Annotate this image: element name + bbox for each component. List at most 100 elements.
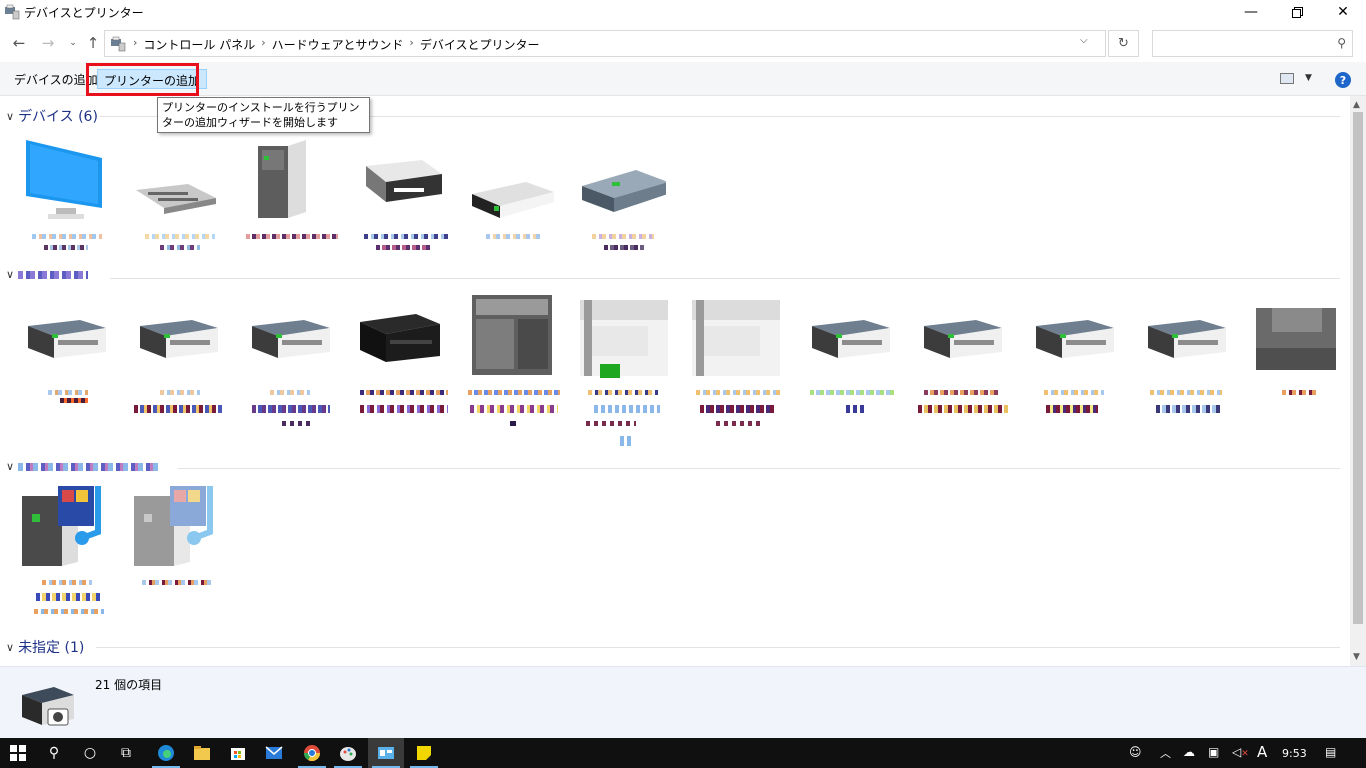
monitor-icon <box>26 140 102 219</box>
media-device-label <box>142 580 212 585</box>
printer-item[interactable] <box>468 291 558 381</box>
multifunction-printer-icon <box>472 295 552 375</box>
device-label <box>32 234 102 239</box>
breadcrumb-devices-printers[interactable]: デバイスとプリンター <box>416 36 544 53</box>
onedrive-icon[interactable]: ☁ <box>1183 745 1195 759</box>
task-view-button[interactable]: ⧉ <box>108 738 144 768</box>
printer-item[interactable] <box>578 296 670 386</box>
help-icon[interactable]: ? <box>1335 72 1351 88</box>
printer-label <box>716 421 762 426</box>
printer-label <box>48 390 88 395</box>
search-input[interactable]: ⚲ <box>1152 30 1353 57</box>
restore-button[interactable] <box>1274 0 1320 24</box>
device-item[interactable] <box>576 136 668 226</box>
printer-label <box>282 421 314 426</box>
people-icon[interactable]: ☺ <box>1129 745 1142 759</box>
back-button[interactable]: ← <box>9 34 29 52</box>
group-header-unspecified[interactable]: ∨ 未指定 (1) <box>6 637 84 657</box>
chevron-down-icon: ∨ <box>6 109 15 123</box>
group-header-multimedia[interactable]: ∨ <box>6 460 159 473</box>
printer-item[interactable] <box>918 296 1008 386</box>
printer-icon <box>924 320 1002 358</box>
device-item[interactable] <box>128 136 218 226</box>
taskbar-sticky-notes[interactable] <box>406 738 442 768</box>
media-device-item[interactable] <box>130 482 220 572</box>
printer-label <box>360 390 448 395</box>
taskbar-chrome[interactable] <box>294 738 330 768</box>
vertical-scrollbar[interactable]: ▲ ▼ <box>1350 96 1366 666</box>
device-item[interactable] <box>238 136 328 226</box>
chevron-down-icon: ∨ <box>6 640 15 654</box>
minimize-button[interactable]: — <box>1228 0 1274 24</box>
devices-printers-icon <box>22 687 74 726</box>
chevron-down-icon: ⌄ <box>69 38 77 48</box>
chevron-up-icon[interactable]: ︿ <box>1160 745 1171 761</box>
taskbar-explorer[interactable] <box>184 738 220 768</box>
ime-indicator[interactable]: A <box>1257 743 1267 761</box>
printer-item[interactable] <box>22 296 112 386</box>
printer-icon <box>252 320 330 358</box>
taskbar-mail[interactable] <box>256 738 292 768</box>
device-item[interactable] <box>18 136 108 226</box>
forward-button[interactable]: → <box>38 34 58 52</box>
group-divider <box>178 468 1340 469</box>
printer-label <box>134 405 222 413</box>
chevron-down-icon: ∨ <box>6 460 15 473</box>
breadcrumb-control-panel[interactable]: コントロール パネル <box>139 36 259 53</box>
device-label <box>44 245 88 250</box>
media-device-item[interactable] <box>18 482 108 572</box>
printer-item[interactable] <box>356 296 446 386</box>
up-arrow-icon: ↑ <box>86 34 100 52</box>
device-item[interactable] <box>464 136 554 226</box>
search-button[interactable]: ⚲ <box>36 738 72 768</box>
printer-label <box>1046 405 1098 413</box>
device-item[interactable] <box>352 136 442 226</box>
start-button[interactable] <box>0 738 36 768</box>
title-bar: デバイスとプリンター — ✕ <box>0 0 1366 24</box>
printer-item[interactable] <box>690 296 782 386</box>
group-header-devices[interactable]: ∨ デバイス (6) <box>6 106 98 126</box>
notification-icon[interactable]: ▤ <box>1325 745 1336 759</box>
group-header-printers[interactable]: ∨ <box>6 268 89 281</box>
printer-icon <box>582 170 668 212</box>
view-dropdown-icon[interactable]: ▼ <box>1305 73 1312 83</box>
refresh-button[interactable]: ↻ <box>1108 30 1139 57</box>
printer-item[interactable] <box>806 296 896 386</box>
recent-locations-button[interactable]: ⌄ <box>63 34 83 52</box>
cortana-button[interactable]: ○ <box>72 738 108 768</box>
close-button[interactable]: ✕ <box>1320 0 1366 24</box>
printer-icon <box>1148 320 1226 358</box>
printer-item[interactable] <box>1030 296 1120 386</box>
group-label-devices: デバイス (6) <box>18 109 98 125</box>
minimize-icon: — <box>1244 4 1258 20</box>
up-button[interactable]: ↑ <box>83 34 103 52</box>
printer-item[interactable] <box>246 296 336 386</box>
printer-label <box>620 436 634 446</box>
scroll-down-icon[interactable]: ▼ <box>1353 652 1360 662</box>
network-icon[interactable]: ▣ <box>1208 745 1219 759</box>
group-label-printers <box>18 270 89 279</box>
scroll-up-icon[interactable]: ▲ <box>1353 100 1360 110</box>
printer-label <box>1282 390 1318 395</box>
printer-label <box>470 405 558 413</box>
printer-item[interactable] <box>1252 296 1342 386</box>
highlight-annotation <box>86 63 199 96</box>
view-options-icon[interactable] <box>1280 73 1294 84</box>
router-icon <box>472 182 554 218</box>
taskbar-store[interactable] <box>220 738 256 768</box>
taskbar-control-panel[interactable] <box>368 738 404 768</box>
address-dropdown-icon[interactable]: ⌵ <box>1080 35 1088 46</box>
taskbar-edge[interactable] <box>148 738 184 768</box>
clock[interactable]: 9:53 <box>1282 747 1307 760</box>
address-field[interactable]: › コントロール パネル › ハードウェアとサウンド › デバイスとプリンター <box>104 30 1106 57</box>
printer-item[interactable] <box>134 296 224 386</box>
printer-label <box>924 390 998 395</box>
circle-icon: ○ <box>83 745 97 761</box>
breadcrumb-hardware-sound[interactable]: ハードウェアとサウンド <box>268 36 408 53</box>
printer-item[interactable] <box>1142 296 1232 386</box>
taskbar-paint[interactable] <box>330 738 366 768</box>
volume-muted-icon[interactable]: ◁✕ <box>1232 745 1249 759</box>
scrollbar-thumb[interactable] <box>1353 112 1363 624</box>
paint-icon <box>340 747 356 761</box>
printer-label <box>588 390 658 395</box>
